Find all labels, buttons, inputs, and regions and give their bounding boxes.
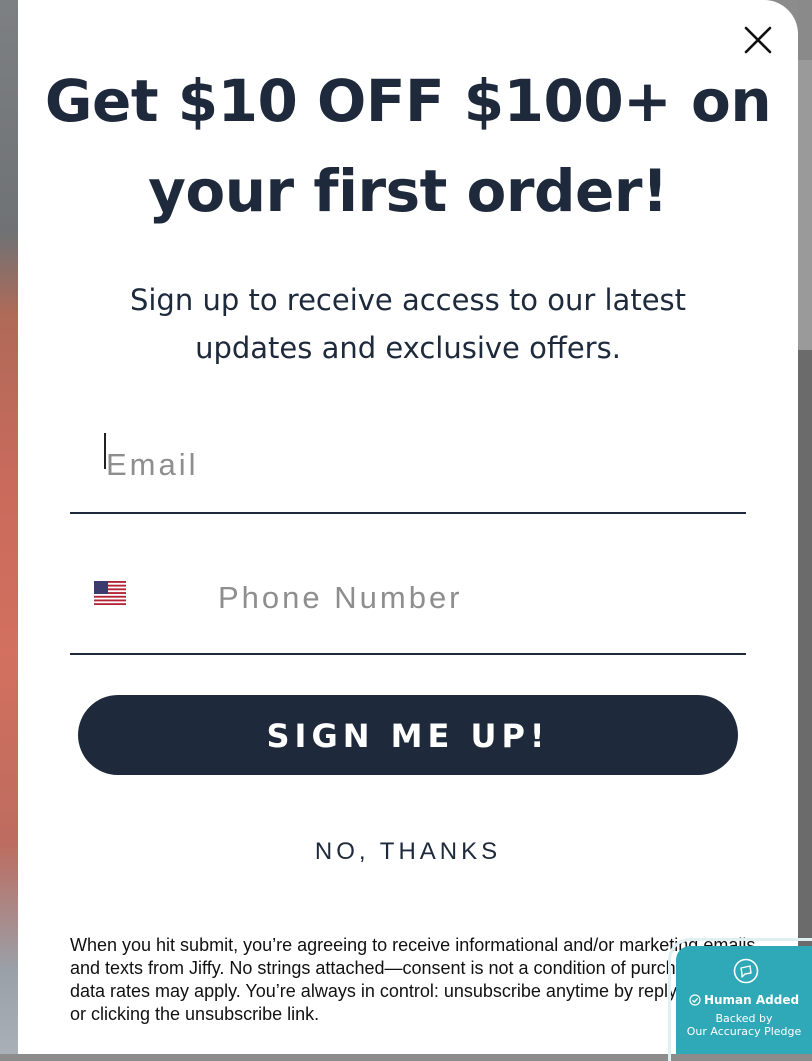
offer-headline: Get $10 OFF $100+ on your first order! (44, 67, 772, 225)
background-panel-strip (798, 60, 812, 350)
accuracy-pledge-badge[interactable]: Human Added Backed by Our Accuracy Pledg… (668, 938, 812, 1061)
sign-up-button[interactable]: SIGN ME UP! (78, 695, 738, 775)
close-button[interactable] (740, 22, 776, 58)
no-thanks-link[interactable]: NO, THANKS (18, 838, 798, 866)
chat-bubble-icon (733, 958, 759, 984)
badge-title-text: Human Added (703, 993, 800, 1007)
background-header-strip (798, 0, 812, 61)
background-photo-strip (0, 0, 18, 1054)
country-selector[interactable] (94, 581, 126, 605)
badge-line1: Backed by (715, 1012, 773, 1025)
badge-line2: Our Accuracy Pledge (686, 1025, 802, 1038)
us-flag-icon (94, 581, 126, 605)
phone-number-field[interactable] (216, 575, 720, 621)
badge-title: Human Added (676, 993, 812, 1007)
email-field[interactable] (104, 442, 728, 488)
offer-subtext: Sign up to receive access to our latest … (129, 283, 687, 365)
check-circle-icon (689, 994, 701, 1006)
close-icon (744, 26, 772, 54)
phone-field-container (70, 563, 746, 655)
email-field-container (70, 422, 746, 514)
signup-modal: Get $10 OFF $100+ on your first order! S… (18, 0, 798, 1054)
consent-disclaimer: When you hit submit, you’re agreeing to … (70, 935, 766, 1024)
